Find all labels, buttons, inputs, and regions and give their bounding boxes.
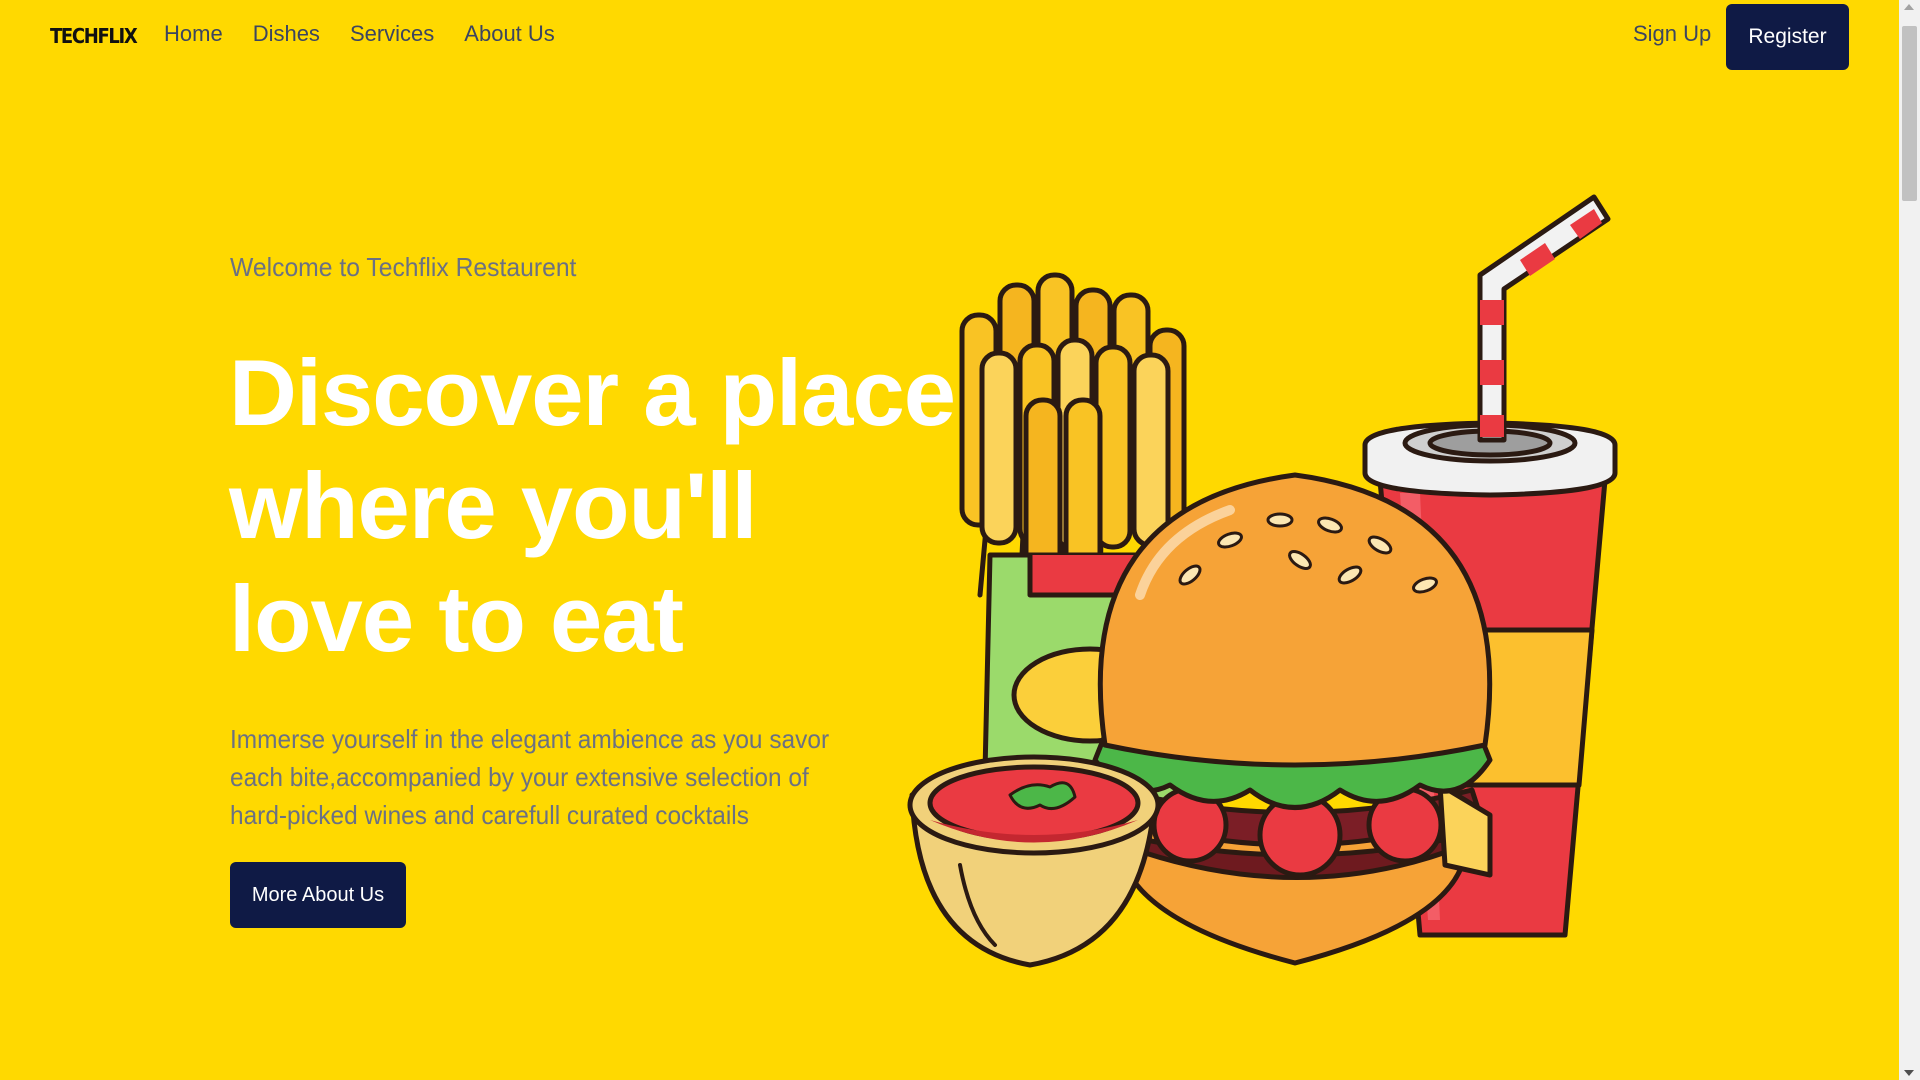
register-button[interactable]: Register [1726, 4, 1849, 70]
sauce-cup [907, 754, 1161, 968]
hero-description: Immerse yourself in the elegant ambience… [230, 724, 830, 830]
main-nav: Home Dishes Services About Us [164, 21, 555, 47]
welcome-subtitle: Welcome to Techflix Restaurent [230, 252, 577, 282]
headline-line-2: where you'll [229, 453, 758, 558]
sign-up-link[interactable]: Sign Up [1633, 21, 1711, 47]
logo[interactable]: TECHFLIX [50, 24, 138, 48]
scroll-up-arrow-icon[interactable] [1904, 4, 1914, 10]
more-about-us-button[interactable]: More About Us [230, 862, 406, 928]
scroll-thumb[interactable] [1902, 26, 1917, 201]
burger [1092, 472, 1493, 966]
page: TECHFLIX Home Dishes Services About Us S… [0, 0, 1899, 1080]
nav-link-about-us[interactable]: About Us [464, 21, 555, 47]
nav-link-services[interactable]: Services [350, 21, 434, 47]
nav-link-dishes[interactable]: Dishes [253, 21, 320, 47]
scroll-down-arrow-icon[interactable] [1904, 1070, 1914, 1076]
hero-headline: Discover a place where you'll love to ea… [229, 336, 956, 675]
fast-food-illustration [907, 194, 1618, 968]
vertical-scrollbar[interactable] [1899, 0, 1920, 1080]
nav-link-home[interactable]: Home [164, 21, 223, 47]
headline-line-3: love to eat [229, 566, 684, 671]
headline-line-1: Discover a place [229, 340, 956, 445]
